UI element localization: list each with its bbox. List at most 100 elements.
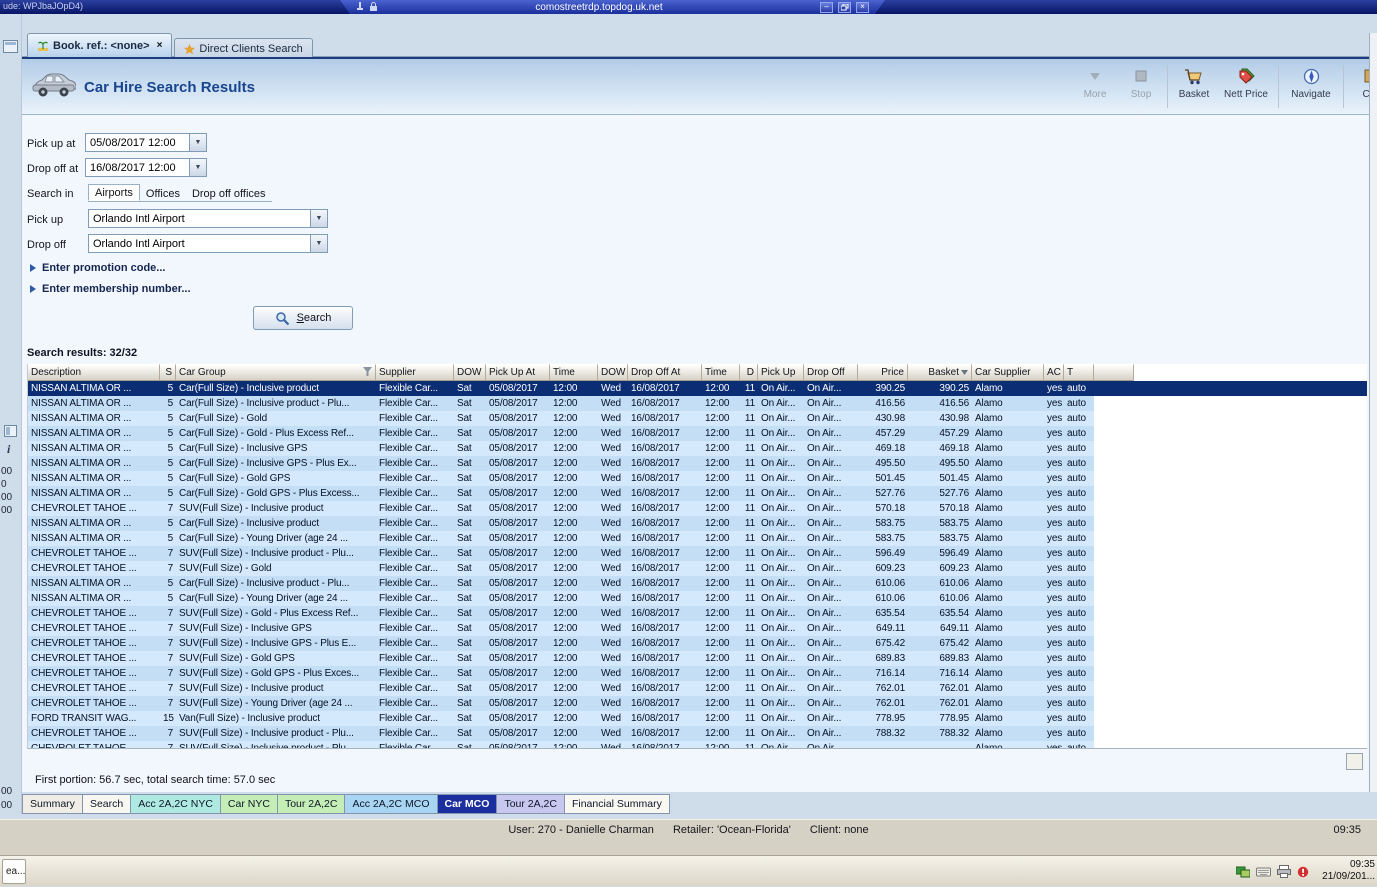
column-header-drop-off-at-8[interactable]: Drop Off At	[628, 364, 702, 381]
result-row[interactable]: CHEVROLET TAHOE ...7SUV(Full Size) - Gol…	[28, 651, 1367, 666]
taskbar-clock[interactable]: 09:35 21/09/201...	[1311, 859, 1375, 883]
result-row[interactable]: NISSAN ALTIMA OR ...5Car(Full Size) - Go…	[28, 471, 1367, 486]
column-header-description-0[interactable]: Description	[28, 364, 160, 381]
result-row[interactable]: NISSAN ALTIMA OR ...5Car(Full Size) - Yo…	[28, 591, 1367, 606]
result-row[interactable]: NISSAN ALTIMA OR ...5Car(Full Size) - Go…	[28, 411, 1367, 426]
chevron-down-icon[interactable]: ▼	[189, 134, 206, 151]
result-cell: On Air...	[758, 711, 804, 726]
docked-panel-icon[interactable]	[4, 425, 17, 437]
alert-icon[interactable]	[1297, 866, 1309, 878]
result-cell: Flexible Car...	[376, 741, 454, 749]
result-cell: Sat	[454, 411, 486, 426]
document-tab[interactable]: Direct Clients Search	[174, 38, 312, 59]
result-row[interactable]: NISSAN ALTIMA OR ...5Car(Full Size) - Go…	[28, 486, 1367, 501]
result-row[interactable]: NISSAN ALTIMA OR ...5Car(Full Size) - Go…	[28, 426, 1367, 441]
result-cell: On Air...	[758, 396, 804, 411]
column-header-time-9[interactable]: Time	[702, 364, 740, 381]
result-row[interactable]: NISSAN ALTIMA OR ...5Car(Full Size) - In…	[28, 381, 1367, 396]
result-cell: On Air...	[804, 396, 858, 411]
restore-button[interactable]	[838, 2, 851, 13]
taskbar-app-button[interactable]: ea...	[2, 859, 26, 884]
nett-price-button[interactable]: Nett Price	[1217, 62, 1275, 112]
search-in-option-airports[interactable]: Airports	[88, 184, 140, 201]
result-cell: SUV(Full Size) - Inclusive GPS	[176, 621, 376, 636]
bottom-tab-tour-2a-2c[interactable]: Tour 2A,2C	[496, 794, 565, 814]
column-header-price-13[interactable]: Price	[858, 364, 908, 381]
column-header-car-supplier-15[interactable]: Car Supplier	[972, 364, 1044, 381]
drop-off-at-combo[interactable]: 16/08/2017 12:00 ▼	[85, 158, 207, 177]
result-cell: 7	[160, 726, 176, 741]
column-header-s-1[interactable]: S	[160, 364, 176, 381]
column-header-car-group-2[interactable]: Car Group	[176, 364, 376, 381]
stop-button: Stop	[1118, 62, 1164, 112]
basket-button[interactable]: Basket	[1171, 62, 1217, 112]
result-cell: Flexible Car...	[376, 381, 454, 396]
column-header-ac-16[interactable]: AC	[1044, 364, 1064, 381]
result-row[interactable]: NISSAN ALTIMA OR ...5Car(Full Size) - In…	[28, 456, 1367, 471]
right-scrollbar-gutter[interactable]	[1369, 33, 1377, 792]
bottom-tab-search[interactable]: Search	[82, 794, 131, 814]
bottom-tab-car-mco[interactable]: Car MCO	[437, 794, 498, 814]
column-header-t-17[interactable]: T	[1064, 364, 1094, 381]
result-row[interactable]: NISSAN ALTIMA OR ...5Car(Full Size) - Yo…	[28, 531, 1367, 546]
result-cell: 12:00	[550, 396, 598, 411]
result-row[interactable]: CHEVROLET TAHOE ...7SUV(Full Size) - Gol…	[28, 561, 1367, 576]
panel-collapse-icon[interactable]	[3, 40, 18, 53]
chevron-down-icon[interactable]: ▼	[310, 235, 327, 252]
result-row[interactable]: CHEVROLET TAHOE ...7SUV(Full Size) - Inc…	[28, 501, 1367, 516]
chevron-down-icon[interactable]: ▼	[189, 159, 206, 176]
column-header-basket-14[interactable]: Basket	[908, 364, 972, 381]
column-header-pick-up-11[interactable]: Pick Up	[758, 364, 804, 381]
result-row[interactable]: CHEVROLET TAHOE ...7SUV(Full Size) - Gol…	[28, 666, 1367, 681]
membership-number-toggle[interactable]: Enter membership number...	[30, 283, 191, 295]
result-row[interactable]: CHEVROLET TAHOE ...7SUV(Full Size) - Inc…	[28, 546, 1367, 561]
result-row[interactable]: NISSAN ALTIMA OR ...5Car(Full Size) - In…	[28, 576, 1367, 591]
column-header-d-10[interactable]: D	[740, 364, 758, 381]
bottom-tab-acc-2a-2c-mco[interactable]: Acc 2A,2C MCO	[344, 794, 437, 814]
pick-up-at-combo[interactable]: 05/08/2017 12:00 ▼	[85, 133, 207, 152]
bottom-tab-tour-2a-2c[interactable]: Tour 2A,2C	[277, 794, 346, 814]
search-button[interactable]: Search	[253, 306, 353, 330]
pin-icon[interactable]	[356, 2, 364, 12]
pick-up-at-value: 05/08/2017 12:00	[86, 137, 189, 149]
result-row[interactable]: CHEVROLET TAHOE ...7SUV(Full Size) - Inc…	[28, 681, 1367, 696]
drop-off-combo[interactable]: Orlando Intl Airport ▼	[88, 234, 328, 253]
result-row[interactable]: CHEVROLET TAHOE ...7SUV(Full Size) - Gol…	[28, 606, 1367, 621]
bottom-tab-financial-summary[interactable]: Financial Summary	[564, 794, 670, 814]
result-row[interactable]: CHEVROLET TAHOE ...7SUV(Full Size) - Inc…	[28, 621, 1367, 636]
result-row[interactable]: CHEVROLET TAHOE ...7SUV(Full Size) - Inc…	[28, 741, 1367, 749]
result-row[interactable]: CHEVROLET TAHOE ...7SUV(Full Size) - Inc…	[28, 726, 1367, 741]
bottom-tab-car-nyc[interactable]: Car NYC	[220, 794, 278, 814]
result-row[interactable]: NISSAN ALTIMA OR ...5Car(Full Size) - In…	[28, 441, 1367, 456]
result-row[interactable]: CHEVROLET TAHOE ...7SUV(Full Size) - Inc…	[28, 636, 1367, 651]
result-cell: 11	[740, 441, 758, 456]
keyboard-icon[interactable]	[1256, 867, 1271, 877]
minimize-button[interactable]: –	[820, 2, 833, 13]
result-row[interactable]: FORD TRANSIT WAG...15Van(Full Size) - In…	[28, 711, 1367, 726]
column-header-dow-7[interactable]: DOW	[598, 364, 628, 381]
column-header-supplier-3[interactable]: Supplier	[376, 364, 454, 381]
scroll-corner-button[interactable]	[1346, 753, 1363, 770]
tab-close-icon[interactable]: ×	[157, 40, 163, 51]
chevron-down-icon[interactable]: ▼	[310, 210, 327, 227]
document-tab[interactable]: Book. ref.: <none>×	[27, 33, 172, 57]
result-cell: 610.06	[858, 576, 908, 591]
search-in-option-offices[interactable]: Offices	[140, 186, 186, 201]
promotion-code-toggle[interactable]: Enter promotion code...	[30, 262, 165, 274]
bottom-tab-summary[interactable]: Summary	[22, 794, 83, 814]
search-in-option-drop-off-offices[interactable]: Drop off offices	[186, 186, 272, 201]
network-icon[interactable]	[1236, 866, 1250, 878]
result-row[interactable]: NISSAN ALTIMA OR ...5Car(Full Size) - In…	[28, 516, 1367, 531]
close-button[interactable]: ×	[856, 2, 869, 13]
result-row[interactable]: CHEVROLET TAHOE ...7SUV(Full Size) - You…	[28, 696, 1367, 711]
column-header-drop-off-12[interactable]: Drop Off	[804, 364, 858, 381]
pick-up-combo[interactable]: Orlando Intl Airport ▼	[88, 209, 328, 228]
bottom-tab-acc-2a-2c-nyc[interactable]: Acc 2A,2C NYC	[130, 794, 221, 814]
column-header-pick-up-at-5[interactable]: Pick Up At	[486, 364, 550, 381]
column-header-time-6[interactable]: Time	[550, 364, 598, 381]
result-row[interactable]: NISSAN ALTIMA OR ...5Car(Full Size) - In…	[28, 396, 1367, 411]
printer-icon[interactable]	[1277, 865, 1291, 878]
navigate-button[interactable]: Navigate	[1282, 62, 1340, 112]
column-header-dow-4[interactable]: DOW	[454, 364, 486, 381]
result-cell	[858, 741, 908, 749]
